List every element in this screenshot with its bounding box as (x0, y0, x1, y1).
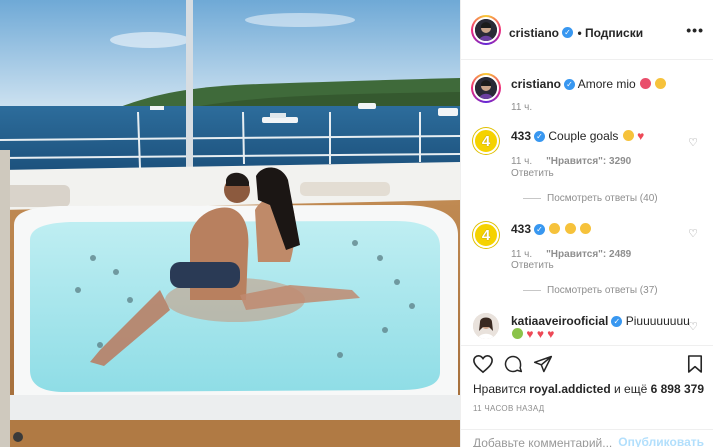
comment-likes[interactable]: "Нравится": 2489 (546, 249, 631, 260)
comment-item: 433 ✓ (511, 222, 592, 237)
caption-avatar[interactable] (471, 73, 501, 103)
post-header: cristiano ✓ • Подписки ••• (461, 0, 713, 60)
comment-like-heart-icon[interactable]: ♡ (688, 227, 698, 240)
likes-prefix: Нравится (473, 382, 526, 396)
post-time-ago[interactable]: 11 ЧАСОВ НАЗАД (473, 404, 544, 413)
comment-icon[interactable] (503, 354, 523, 374)
face-emoji-icon (512, 328, 523, 339)
comment-username[interactable]: 433 (511, 222, 531, 236)
heart-eyes-emoji-icon (564, 223, 576, 234)
header-username[interactable]: cristiano (509, 26, 559, 40)
caption: cristiano ✓ Amore mio (511, 77, 667, 92)
caption-username[interactable]: cristiano (511, 77, 561, 91)
reply-button[interactable]: Ответить (511, 168, 554, 179)
comment-likes[interactable]: "Нравится": 3290 (546, 156, 631, 167)
verified-icon: ✓ (534, 224, 546, 236)
follow-button[interactable]: • Подписки (577, 26, 643, 40)
likes-user[interactable]: royal.addicted (529, 382, 610, 396)
likes-count[interactable]: 6 898 379 (651, 382, 704, 396)
verified-icon: ✓ (611, 316, 623, 328)
red-heart-icon: ♥ (637, 129, 645, 143)
publish-button[interactable]: Опубликовать (618, 435, 704, 447)
comment-avatar-katia[interactable] (473, 313, 499, 339)
more-icon[interactable]: ••• (686, 22, 704, 38)
comment-username[interactable]: 433 (511, 129, 531, 143)
share-icon[interactable] (533, 354, 553, 374)
post-actions: Нравится royal.addicted и ещё 6 898 379 … (461, 345, 713, 447)
verified-icon: ✓ (564, 79, 576, 91)
add-comment-bar: Опубликовать (461, 429, 713, 447)
likes-suffix: и ещё (614, 382, 648, 396)
heart-eyes-emoji-icon (549, 223, 561, 234)
view-replies-button[interactable]: Посмотреть ответы (40) (523, 193, 658, 204)
comment-time[interactable]: 11 ч. (511, 156, 532, 167)
kiss-emoji-icon (655, 78, 667, 89)
red-heart-icon: ♥ (547, 327, 555, 341)
post-photo[interactable] (0, 0, 460, 447)
comments-list[interactable]: cristiano ✓ Amore mio 11 ч. 4 433 ✓ Couple… (461, 60, 713, 345)
author-avatar[interactable] (471, 15, 501, 45)
comment-like-heart-icon[interactable]: ♡ (688, 320, 698, 333)
comment-meta: 11 ч. "Нравится": 2489 (511, 249, 631, 260)
caption-text: Amore mio (577, 77, 636, 91)
red-heart-icon: ♥ (526, 327, 534, 341)
post-side-panel: cristiano ✓ • Подписки ••• cristiano ✓ Amo… (460, 0, 713, 447)
view-replies-button[interactable]: Посмотреть ответы (37) (523, 285, 658, 296)
likes-summary[interactable]: Нравится royal.addicted и ещё 6 898 379 (473, 382, 704, 396)
avatar-image (475, 19, 497, 41)
bookmark-icon[interactable] (687, 354, 703, 374)
post-image (0, 0, 460, 447)
comment-emoji-row: ♥ ♥ ♥ (511, 327, 554, 342)
comment-time[interactable]: 11 ч. (511, 249, 532, 260)
add-comment-input[interactable] (473, 436, 623, 447)
avatar-image (475, 77, 497, 99)
red-heart-icon: ♥ (536, 327, 544, 341)
verified-icon: ✓ (562, 27, 574, 39)
heart-eyes-emoji-icon (580, 223, 592, 234)
comment-avatar-433[interactable]: 4 (473, 222, 499, 248)
comment-avatar-433[interactable]: 4 (473, 128, 499, 154)
comment-text: Couple goals (548, 129, 619, 143)
verified-icon: ✓ (534, 131, 546, 143)
comment-item: 433 ✓ Couple goals ♥ (511, 129, 644, 144)
comment-text: Piuuuuuuuu (625, 314, 690, 328)
heart-eyes-emoji-icon (622, 130, 634, 141)
comment-like-heart-icon[interactable]: ♡ (688, 136, 698, 149)
caption-time[interactable]: 11 ч. (511, 102, 532, 113)
reply-button[interactable]: Ответить (511, 260, 554, 271)
comment-meta: 11 ч. "Нравится": 3290 (511, 156, 631, 167)
couple-emoji-icon (640, 78, 652, 89)
comment-username[interactable]: katiaaveirooficial (511, 314, 608, 328)
heart-icon[interactable] (472, 354, 494, 374)
